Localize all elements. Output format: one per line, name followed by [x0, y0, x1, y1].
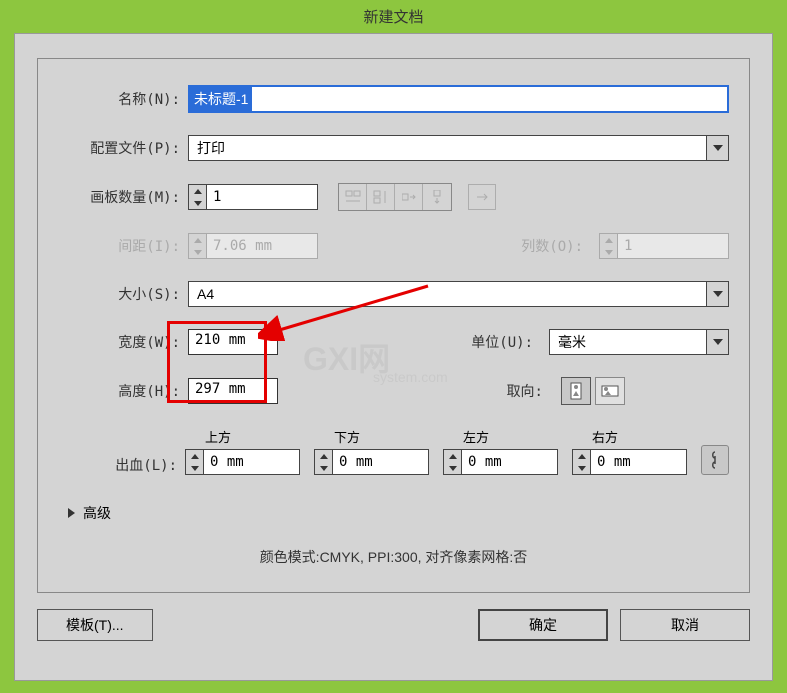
cancel-button[interactable]: 取消: [620, 609, 750, 641]
bleed-right-spinner[interactable]: 0 mm: [572, 449, 687, 475]
color-mode-info: 颜色模式:CMYK, PPI:300, 对齐像素网格:否: [58, 547, 729, 567]
spacing-value: 7.06 mm: [207, 234, 317, 258]
spinner-up-icon[interactable]: [315, 450, 332, 462]
spinner-down-icon[interactable]: [444, 462, 461, 474]
link-icon[interactable]: [701, 445, 729, 475]
row-bleed: 出血(L): 上方 0 mm 下方 0 mm 左: [58, 427, 729, 475]
bleed-left-label: 左方: [463, 427, 558, 446]
row-height-orient: 高度(H): 297 mm 取向:: [58, 377, 729, 405]
spinner-up-icon[interactable]: [189, 185, 206, 197]
spinner-buttons: [189, 234, 207, 258]
grid-row-icon[interactable]: [339, 184, 367, 210]
columns-spinner: 1: [599, 233, 729, 259]
spinner-up-icon[interactable]: [573, 450, 590, 462]
arrow-only-icon[interactable]: [468, 184, 496, 210]
units-dropdown[interactable]: 毫米: [549, 329, 729, 355]
bleed-top-value[interactable]: 0 mm: [204, 450, 299, 474]
arrow-right-icon[interactable]: [395, 184, 423, 210]
spinner-up-icon: [600, 234, 617, 246]
arrow-down-icon[interactable]: [423, 184, 451, 210]
button-row: 模板(T)... 确定 取消: [37, 609, 750, 641]
bleed-bottom-group: 下方 0 mm: [314, 427, 429, 475]
inner-panel: 名称(N): 未标题-1 配置文件(P): 打印 画板数量(M): 1: [37, 58, 750, 593]
grid-col-icon[interactable]: [367, 184, 395, 210]
profile-value: 打印: [197, 138, 225, 158]
bleed-top-spinner[interactable]: 0 mm: [185, 449, 300, 475]
bleed-top-group: 上方 0 mm: [185, 427, 300, 475]
advanced-toggle[interactable]: 高级: [68, 503, 729, 523]
row-spacing-columns: 间距(I): 7.06 mm 列数(O): 1: [58, 233, 729, 259]
units-label: 单位(U):: [471, 332, 541, 352]
dropdown-arrow-icon[interactable]: [706, 282, 728, 306]
name-label: 名称(N):: [58, 89, 188, 109]
spinner-buttons[interactable]: [444, 450, 462, 474]
bleed-left-group: 左方 0 mm: [443, 427, 558, 475]
spinner-down-icon: [189, 246, 206, 258]
spinner-buttons: [600, 234, 618, 258]
row-profile: 配置文件(P): 打印: [58, 135, 729, 161]
bleed-left-spinner[interactable]: 0 mm: [443, 449, 558, 475]
artboards-label: 画板数量(M):: [58, 187, 188, 207]
dialog-title: 新建文档: [363, 9, 423, 26]
spinner-buttons[interactable]: [186, 450, 204, 474]
row-artboards: 画板数量(M): 1: [58, 183, 729, 211]
bleed-label: 出血(L):: [58, 455, 185, 475]
spinner-down-icon[interactable]: [315, 462, 332, 474]
spinner-down-icon: [600, 246, 617, 258]
spacing-spinner: 7.06 mm: [188, 233, 318, 259]
units-value: 毫米: [558, 332, 586, 352]
spinner-up-icon: [189, 234, 206, 246]
bleed-right-group: 右方 0 mm: [572, 427, 687, 475]
dropdown-arrow-icon[interactable]: [706, 136, 728, 160]
dropdown-arrow-icon[interactable]: [706, 330, 728, 354]
bleed-top-label: 上方: [205, 427, 300, 446]
name-input[interactable]: 未标题-1: [188, 85, 729, 113]
bleed-right-value[interactable]: 0 mm: [591, 450, 686, 474]
row-name: 名称(N): 未标题-1: [58, 85, 729, 113]
bleed-left-value[interactable]: 0 mm: [462, 450, 557, 474]
spinner-down-icon[interactable]: [189, 197, 206, 209]
profile-label: 配置文件(P):: [58, 138, 188, 158]
orientation-label: 取向:: [507, 381, 551, 401]
highlight-annotation: [167, 321, 267, 403]
columns-label: 列数(O):: [521, 236, 591, 256]
bleed-bottom-value[interactable]: 0 mm: [333, 450, 428, 474]
spinner-down-icon[interactable]: [573, 462, 590, 474]
size-dropdown[interactable]: A4: [188, 281, 729, 307]
spinner-buttons[interactable]: [189, 185, 207, 209]
profile-dropdown[interactable]: 打印: [188, 135, 729, 161]
spinner-up-icon[interactable]: [444, 450, 461, 462]
spacing-label: 间距(I):: [58, 236, 188, 256]
artboards-spinner[interactable]: 1: [188, 184, 318, 210]
portrait-icon[interactable]: [561, 377, 591, 405]
spinner-buttons[interactable]: [315, 450, 333, 474]
template-button[interactable]: 模板(T)...: [37, 609, 153, 641]
bleed-bottom-label: 下方: [334, 427, 429, 446]
name-value: 未标题-1: [190, 87, 252, 111]
row-width-units: 宽度(W): 210 mm 单位(U): 毫米: [58, 329, 729, 355]
bleed-right-label: 右方: [592, 427, 687, 446]
artboards-value[interactable]: 1: [207, 185, 317, 209]
spinner-down-icon[interactable]: [186, 462, 203, 474]
title-bar: 新建文档: [0, 0, 787, 33]
size-label: 大小(S):: [58, 284, 188, 304]
spinner-up-icon[interactable]: [186, 450, 203, 462]
bleed-bottom-spinner[interactable]: 0 mm: [314, 449, 429, 475]
ok-button[interactable]: 确定: [478, 609, 608, 641]
columns-value: 1: [618, 234, 728, 258]
spinner-buttons[interactable]: [573, 450, 591, 474]
advanced-label: 高级: [83, 503, 111, 523]
artboard-layout-group: [338, 183, 452, 211]
row-size: 大小(S): A4: [58, 281, 729, 307]
size-value: A4: [197, 286, 214, 302]
landscape-icon[interactable]: [595, 377, 625, 405]
dialog-body: 名称(N): 未标题-1 配置文件(P): 打印 画板数量(M): 1: [14, 33, 773, 681]
